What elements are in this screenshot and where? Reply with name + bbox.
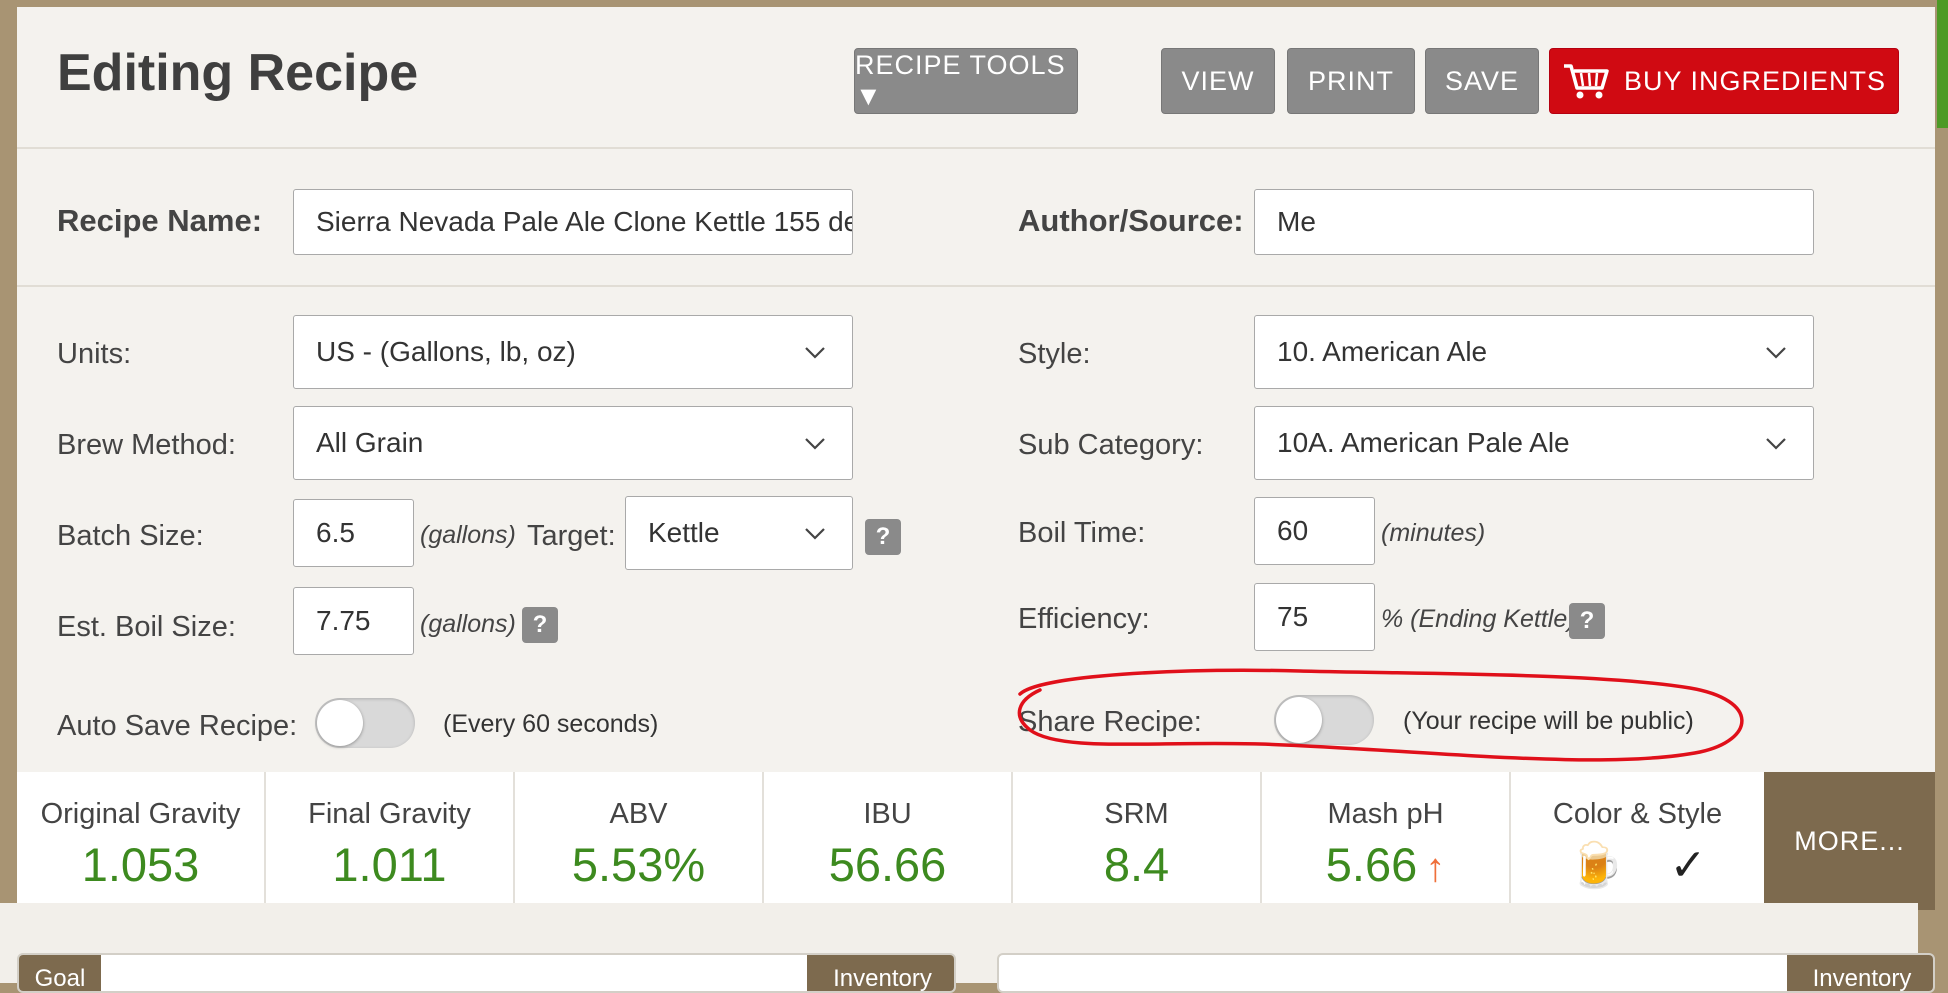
stat-abv: ABV 5.53%: [515, 772, 764, 910]
more-button[interactable]: MORE...: [1764, 772, 1935, 910]
stat-value: 5.53%: [571, 838, 706, 891]
target-select[interactable]: Kettle: [625, 496, 853, 570]
boil-size-input[interactable]: 7.75: [293, 587, 414, 655]
share-recipe-label: Share Recipe:: [1018, 706, 1202, 738]
help-icon[interactable]: ?: [1569, 603, 1605, 639]
target-value: Kettle: [648, 517, 720, 548]
batch-size-unit: (gallons): [420, 521, 516, 549]
units-select[interactable]: US - (Gallons, lb, oz): [293, 315, 853, 389]
sub-category-label: Sub Category:: [1018, 429, 1204, 461]
recipe-tools-button[interactable]: RECIPE TOOLS ▼: [854, 48, 1078, 114]
mash-ph-value: 5.66: [1325, 838, 1418, 891]
stat-value: 5.66 ↑: [1262, 837, 1509, 892]
efficiency-label: Efficiency:: [1018, 603, 1150, 635]
sub-category-value: 10A. American Pale Ale: [1277, 427, 1570, 458]
stat-original-gravity: Original Gravity 1.053: [17, 772, 266, 910]
stat-value: 1.011: [332, 838, 447, 891]
shopping-cart-icon: [1563, 64, 1609, 99]
stats-bar: Original Gravity 1.053 Final Gravity 1.0…: [17, 772, 1935, 910]
boil-size-unit: (gallons): [420, 610, 516, 638]
stat-label: Color & Style: [1552, 798, 1723, 830]
chevron-down-icon: [805, 438, 825, 450]
target-label: Target:: [527, 520, 616, 552]
save-button[interactable]: SAVE: [1425, 48, 1539, 114]
auto-save-toggle[interactable]: [315, 698, 415, 748]
chevron-down-icon: [1766, 347, 1786, 359]
brew-method-label: Brew Method:: [57, 429, 236, 461]
stat-final-gravity: Final Gravity 1.011: [266, 772, 515, 910]
stat-ibu: IBU 56.66: [764, 772, 1013, 910]
goal-card: Goal Inventory: [17, 953, 956, 993]
style-label: Style:: [1018, 338, 1091, 370]
check-icon: ✓: [1669, 841, 1707, 890]
beer-mug-icon: 🍺: [1568, 841, 1624, 890]
page-title: Editing Recipe: [57, 44, 419, 102]
stat-srm: SRM 8.4: [1013, 772, 1262, 910]
style-select[interactable]: 10. American Ale: [1254, 315, 1814, 389]
stat-label: Mash pH: [1327, 798, 1444, 830]
stat-label: Original Gravity: [40, 798, 241, 830]
toggle-knob: [317, 700, 363, 746]
recipe-editor-panel: Editing Recipe RECIPE TOOLS ▼ VIEW PRINT…: [17, 7, 1935, 910]
batch-size-input[interactable]: 6.5: [293, 499, 414, 567]
stat-label: SRM: [1104, 798, 1169, 830]
stat-value: 56.66: [828, 838, 947, 891]
stat-color-style: Color & Style 🍺 ✓: [1511, 772, 1764, 910]
side-accent: [1937, 0, 1948, 128]
style-value: 10. American Ale: [1277, 336, 1488, 367]
stat-value: 8.4: [1103, 838, 1170, 891]
brew-method-value: All Grain: [316, 427, 424, 458]
arrow-up-icon: ↑: [1425, 846, 1446, 890]
help-icon[interactable]: ?: [865, 519, 901, 555]
stat-value: 1.053: [81, 838, 200, 891]
stat-label: ABV: [609, 798, 668, 830]
recipe-name-row: Recipe Name: Sierra Nevada Pale Ale Clon…: [17, 149, 1935, 287]
share-recipe-toggle[interactable]: [1274, 695, 1374, 745]
auto-save-label: Auto Save Recipe:: [57, 710, 298, 742]
sub-category-select[interactable]: 10A. American Pale Ale: [1254, 406, 1814, 480]
units-label: Units:: [57, 338, 132, 370]
help-icon[interactable]: ?: [522, 607, 558, 643]
chevron-down-icon: [805, 347, 825, 359]
toggle-knob: [1276, 697, 1322, 743]
efficiency-unit: % (Ending Kettle): [1381, 605, 1576, 633]
buy-ingredients-button[interactable]: BUY INGREDIENTS: [1549, 48, 1899, 114]
boil-time-unit: (minutes): [1381, 519, 1486, 547]
color-style-indicators: 🍺 ✓: [1511, 839, 1764, 891]
header: Editing Recipe RECIPE TOOLS ▼ VIEW PRINT…: [17, 7, 1935, 149]
efficiency-input[interactable]: 75: [1254, 583, 1375, 651]
chevron-down-icon: [805, 528, 825, 540]
author-input[interactable]: Me: [1254, 189, 1814, 255]
inventory-tab-right[interactable]: Inventory: [1787, 955, 1933, 991]
author-label: Author/Source:: [1018, 203, 1244, 238]
units-value: US - (Gallons, lb, oz): [316, 336, 576, 367]
inventory-card: Inventory: [997, 953, 1935, 993]
print-button[interactable]: PRINT: [1287, 48, 1415, 114]
auto-save-note: (Every 60 seconds): [443, 710, 659, 738]
recipe-name-input[interactable]: Sierra Nevada Pale Ale Clone Kettle 155 …: [293, 189, 853, 255]
boil-time-input[interactable]: 60: [1254, 497, 1375, 565]
buy-ingredients-label: BUY INGREDIENTS: [1623, 65, 1887, 96]
chevron-down-icon: [1766, 438, 1786, 450]
goal-tab[interactable]: Goal: [19, 955, 101, 991]
share-recipe-note: (Your recipe will be public): [1403, 707, 1694, 735]
boil-size-label: Est. Boil Size:: [57, 611, 236, 643]
recipe-name-label: Recipe Name:: [57, 203, 263, 238]
boil-time-label: Boil Time:: [1018, 517, 1146, 549]
brew-method-select[interactable]: All Grain: [293, 406, 853, 480]
batch-size-label: Batch Size:: [57, 520, 204, 552]
stat-mash-ph: Mash pH 5.66 ↑: [1262, 772, 1511, 910]
view-button[interactable]: VIEW: [1161, 48, 1275, 114]
inventory-tab-left[interactable]: Inventory: [807, 955, 954, 991]
stat-label: IBU: [863, 798, 912, 830]
stat-label: Final Gravity: [308, 798, 471, 830]
